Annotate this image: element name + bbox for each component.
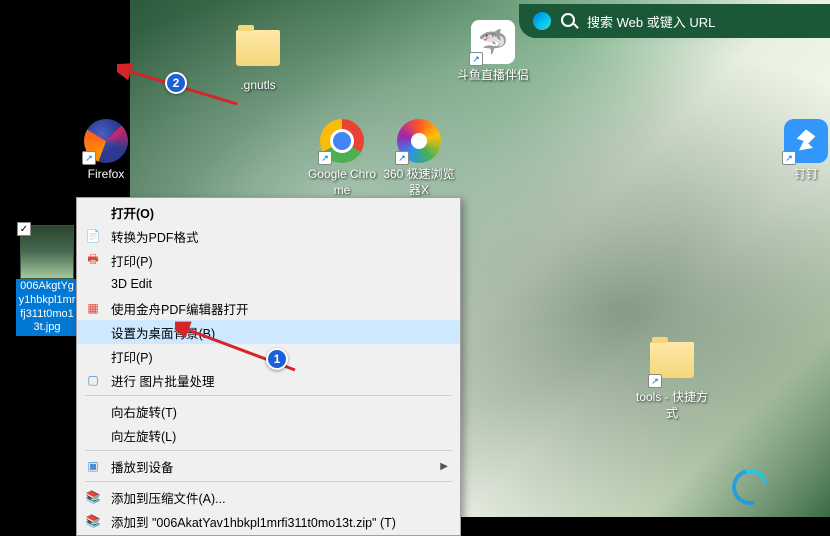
menu-item-label: 播放到设备 xyxy=(111,457,440,476)
blank-icon xyxy=(83,274,103,294)
menu-convert-pdf[interactable]: 📄 转换为PDF格式 xyxy=(77,224,460,248)
search-placeholder: 搜索 Web 或键入 URL xyxy=(587,12,715,31)
icon-label: Firefox xyxy=(70,167,142,183)
menu-item-label: 打印(P) xyxy=(111,251,448,270)
shortcut-arrow-icon: ↗ xyxy=(648,374,662,388)
icon-label: Google Chrome xyxy=(306,167,378,198)
icon-label: 360 极速浏览器X xyxy=(383,167,455,198)
watermark-logo xyxy=(732,469,822,509)
folder-icon xyxy=(650,342,694,378)
cast-icon: ▣ xyxy=(83,456,103,476)
icon-label: 斗鱼直播伴侣 xyxy=(457,68,529,84)
menu-print[interactable]: 🖶 打印(P) xyxy=(77,248,460,272)
folder-icon xyxy=(236,30,280,66)
desktop-icon-speedbrowser[interactable]: ↗ 360 极速浏览器X xyxy=(383,119,455,198)
menu-item-label: 转换为PDF格式 xyxy=(111,227,448,246)
icon-label: tools - 快捷方式 xyxy=(636,390,708,421)
desktop-icon-jpg-selected[interactable]: ✓ 006AkgtYgy1hbkpl1mrfj311t0mo13t.jpg xyxy=(16,225,78,336)
print-icon: 🖶 xyxy=(83,250,103,270)
menu-open[interactable]: 打开(O) xyxy=(77,200,460,224)
shortcut-arrow-icon: ↗ xyxy=(469,52,483,66)
checkbox-checked-icon: ✓ xyxy=(17,222,31,236)
menu-item-label: 打开(O) xyxy=(111,203,448,222)
menu-item-label: 向右旋转(T) xyxy=(111,402,448,421)
jpg-thumbnail: ✓ xyxy=(20,225,74,279)
menu-separator xyxy=(85,450,452,451)
shortcut-arrow-icon: ↗ xyxy=(782,151,796,165)
archive-icon: 📚 xyxy=(83,511,103,531)
menu-item-label: 使用金舟PDF编辑器打开 xyxy=(111,299,448,318)
desktop-icon-gnutls[interactable]: .gnutls xyxy=(222,24,294,94)
menu-set-wallpaper[interactable]: 设置为桌面背景(B) xyxy=(77,320,460,344)
menu-add-archive[interactable]: 📚 添加到压缩文件(A)... xyxy=(77,485,460,509)
menu-3d-edit[interactable]: 3D Edit xyxy=(77,272,460,296)
menu-item-label: 向左旋转(L) xyxy=(111,426,448,445)
search-icon xyxy=(561,13,577,29)
shortcut-arrow-icon: ↗ xyxy=(318,151,332,165)
image-batch-icon: ▢ xyxy=(83,370,103,390)
menu-item-label: 添加到压缩文件(A)... xyxy=(111,488,448,507)
icon-label: 钉钉 xyxy=(770,167,830,183)
desktop-icon-firefox[interactable]: ↗ Firefox xyxy=(70,119,142,183)
menu-item-label: 设置为桌面背景(B) xyxy=(111,323,448,342)
shortcut-arrow-icon: ↗ xyxy=(82,151,96,165)
pdf-icon: 📄 xyxy=(83,226,103,246)
blank-icon xyxy=(83,346,103,366)
menu-add-archive-named[interactable]: 📚 添加到 "006AkatYav1hbkpl1mrfi311t0mo13t.zi… xyxy=(77,509,460,533)
menu-batch-image[interactable]: ▢ 进行 图片批量处理 xyxy=(77,368,460,392)
desktop-icon-douyu[interactable]: 🦈↗ 斗鱼直播伴侣 xyxy=(457,20,529,84)
menu-rotate-right[interactable]: 向右旋转(T) xyxy=(77,399,460,423)
menu-separator xyxy=(85,395,452,396)
menu-item-label: 进行 图片批量处理 xyxy=(111,371,448,390)
menu-separator xyxy=(85,481,452,482)
blank-icon xyxy=(83,401,103,421)
blank-icon xyxy=(83,425,103,445)
desktop[interactable]: 搜索 Web 或键入 URL .gnutls 🦈↗ 斗鱼直播伴侣 ↗ Firef… xyxy=(0,0,830,517)
annotation-badge-1: 1 xyxy=(266,348,288,370)
desktop-icon-dingtalk[interactable]: ↗ 钉钉 xyxy=(770,119,830,183)
menu-cast-to-device[interactable]: ▣ 播放到设备▶ xyxy=(77,454,460,478)
desktop-icon-tools[interactable]: ↗ tools - 快捷方式 xyxy=(636,336,708,421)
shortcut-arrow-icon: ↗ xyxy=(395,151,409,165)
icon-label: 006AkgtYgy1hbkpl1mrfj311t0mo13t.jpg xyxy=(16,279,78,336)
pdf-editor-icon: ▦ xyxy=(83,298,103,318)
submenu-arrow-icon: ▶ xyxy=(440,461,448,472)
menu-rotate-left[interactable]: 向左旋转(L) xyxy=(77,423,460,447)
edge-icon xyxy=(533,12,551,30)
annotation-badge-2: 2 xyxy=(165,72,187,94)
blank-icon xyxy=(83,322,103,342)
edge-search-bar[interactable]: 搜索 Web 或键入 URL xyxy=(519,4,830,38)
menu-item-label: 添加到 "006AkatYav1hbkpl1mrfi311t0mo13t.zip… xyxy=(111,512,448,531)
icon-label: .gnutls xyxy=(222,78,294,94)
desktop-icon-chrome[interactable]: ↗ Google Chrome xyxy=(306,119,378,198)
menu-jinzhou-pdf[interactable]: ▦ 使用金舟PDF编辑器打开 xyxy=(77,296,460,320)
blank-icon xyxy=(83,202,103,222)
archive-icon: 📚 xyxy=(83,487,103,507)
menu-item-label: 3D Edit xyxy=(111,277,448,291)
